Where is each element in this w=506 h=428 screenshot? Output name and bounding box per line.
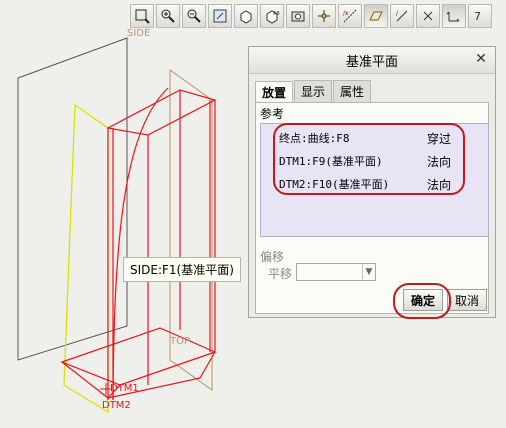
tab-display[interactable]: 显示: [294, 80, 333, 102]
translate-input[interactable]: ▼: [296, 263, 376, 281]
references-highlight: [273, 123, 465, 195]
red-prism: [60, 87, 217, 401]
offset-label: 偏移: [260, 250, 285, 264]
dialog-tabs: 放置 显示 属性: [255, 80, 495, 103]
close-icon[interactable]: ✕: [473, 51, 489, 67]
side-datum-plane: [17, 37, 128, 361]
datum-plane-dialog: 基准平面 ✕ 放置 显示 属性 参考 终点:曲线:F8 穿过 DTM1:F9(基…: [248, 46, 496, 319]
references-label: 参考: [260, 107, 285, 121]
dtm2-label: DTM2: [102, 400, 131, 411]
top-plane-label: TOP: [170, 336, 191, 347]
dialog-title: 基准平面: [345, 54, 398, 70]
tab-placement[interactable]: 放置: [255, 81, 294, 103]
side-plane-label: SIDE: [127, 28, 151, 39]
chevron-down-icon[interactable]: ▼: [362, 264, 375, 280]
selection-tooltip: SIDE:F1(基准平面): [123, 257, 241, 282]
dtm1-label: DTM1: [110, 383, 139, 394]
ok-highlight: [393, 283, 451, 319]
translate-label: 平移: [268, 267, 293, 281]
dialog-title-bar[interactable]: 基准平面 ✕: [249, 47, 495, 74]
cancel-button[interactable]: 取消: [447, 289, 487, 311]
placement-panel: 参考 终点:曲线:F8 穿过 DTM1:F9(基准平面) 法向 DTM2:F10…: [255, 102, 489, 314]
tab-properties[interactable]: 属性: [333, 80, 372, 102]
references-list[interactable]: 终点:曲线:F8 穿过 DTM1:F9(基准平面) 法向 DTM2:F10(基准…: [260, 123, 489, 237]
